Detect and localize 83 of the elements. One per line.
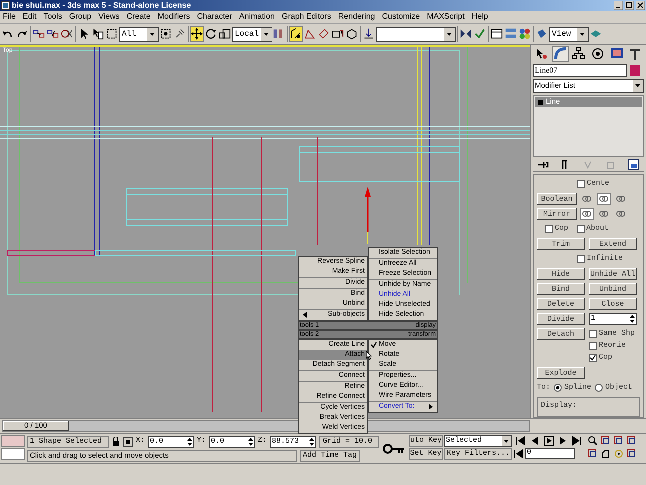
menu-item[interactable]: Tools xyxy=(44,11,62,23)
radio-button[interactable] xyxy=(594,384,603,392)
radio-button[interactable] xyxy=(554,384,562,392)
menu-item[interactable]: Rendering xyxy=(338,11,376,23)
menu-item[interactable]: Character xyxy=(197,11,232,23)
spinner-arrows-icon xyxy=(309,436,316,446)
mirror-icon xyxy=(460,28,472,40)
toolbar-dropdown[interactable]: All xyxy=(119,26,159,42)
checkbox[interactable] xyxy=(577,255,585,263)
window-title: bie shui.max - 3ds max 5 - Stand-alone License xyxy=(12,0,192,10)
menu-item[interactable]: Create xyxy=(126,11,151,23)
move-gizmo-icon[interactable] xyxy=(365,187,371,244)
menu-item[interactable]: Edit xyxy=(22,11,37,23)
link-icon xyxy=(33,28,45,40)
maxscript-listener-field[interactable] xyxy=(1,448,25,460)
panel-tab[interactable] xyxy=(570,46,588,62)
menu-item[interactable]: Graph Editors xyxy=(282,11,332,23)
go-to-start-icon xyxy=(516,436,526,446)
scale-icon xyxy=(219,28,231,40)
mode-toggle-button[interactable] xyxy=(580,208,594,220)
minimize-button[interactable] xyxy=(614,1,623,10)
object-name-field[interactable]: Line07 xyxy=(533,64,627,77)
spinner-arrows-icon xyxy=(629,314,636,324)
toolbar-button[interactable] xyxy=(91,26,105,42)
menu-item[interactable]: Modifiers xyxy=(158,11,190,23)
menu-item[interactable]: MAXScript xyxy=(427,11,465,23)
checkbox[interactable] xyxy=(589,342,597,350)
submenu-arrow-icon xyxy=(303,312,307,318)
checkbox[interactable] xyxy=(545,225,553,233)
configure-icon[interactable] xyxy=(628,159,640,171)
checkbox[interactable] xyxy=(577,180,585,188)
checkbox[interactable] xyxy=(589,354,597,362)
app-icon xyxy=(1,1,10,10)
menu-item[interactable]: Group xyxy=(69,11,92,23)
select-list-icon xyxy=(92,28,104,40)
next-frame-icon xyxy=(558,436,568,446)
checkbox[interactable] xyxy=(576,225,585,233)
check-icon xyxy=(371,342,377,348)
playback-button[interactable] xyxy=(570,435,584,447)
menu-item[interactable]: Animation xyxy=(239,11,275,23)
hierarchy-icon xyxy=(572,47,586,61)
spinner-arrows-icon xyxy=(187,436,194,446)
play-icon xyxy=(544,436,554,446)
group-box: Display: xyxy=(537,397,640,417)
toolbar-dropdown[interactable]: Local xyxy=(232,26,272,42)
close-button[interactable] xyxy=(636,1,645,10)
submenu-arrow-icon xyxy=(429,404,433,410)
crossing-icon xyxy=(160,28,172,40)
toolbar-button[interactable] xyxy=(190,26,204,42)
playback-button[interactable] xyxy=(514,435,528,447)
maximize-button[interactable] xyxy=(625,1,634,10)
toolbar-button[interactable] xyxy=(289,26,303,42)
motion-icon xyxy=(590,47,605,61)
menu-item[interactable]: File xyxy=(3,11,16,23)
mode-toggle-button[interactable] xyxy=(580,193,594,205)
mode-toggle-button[interactable] xyxy=(597,208,611,220)
bent-tube-icon xyxy=(554,47,568,61)
lock-icon[interactable] xyxy=(112,436,120,446)
zoom-icon[interactable] xyxy=(588,436,598,446)
checkbox[interactable] xyxy=(589,330,597,338)
mode-toggle-button[interactable] xyxy=(614,208,628,220)
key-icon[interactable] xyxy=(383,443,406,455)
monitor-icon xyxy=(610,47,624,61)
menu-item[interactable]: Help xyxy=(472,11,488,23)
mode-toggle-button[interactable] xyxy=(614,193,628,205)
go-to-end-icon xyxy=(572,436,582,446)
unlink-icon xyxy=(47,28,59,40)
mouse-cursor-icon xyxy=(366,351,372,360)
move-icon xyxy=(191,28,203,40)
mode-toggle-button[interactable] xyxy=(597,193,611,205)
menu-item[interactable]: Customize xyxy=(382,11,420,23)
region-icon xyxy=(106,28,118,40)
playback-button[interactable] xyxy=(542,435,556,447)
previous-frame-icon xyxy=(530,436,540,446)
menu-item[interactable]: Views xyxy=(98,11,120,23)
toolbar-dropdown[interactable]: View xyxy=(549,26,589,42)
square-icon xyxy=(538,100,543,104)
maxscript-listener-field[interactable] xyxy=(1,435,25,447)
spinner-arrows-icon xyxy=(248,436,254,446)
object-color-swatch[interactable] xyxy=(630,65,640,76)
toolbar-dropdown[interactable] xyxy=(376,26,456,42)
rotate-icon xyxy=(205,28,217,40)
pin-stack-icon[interactable] xyxy=(537,159,549,171)
